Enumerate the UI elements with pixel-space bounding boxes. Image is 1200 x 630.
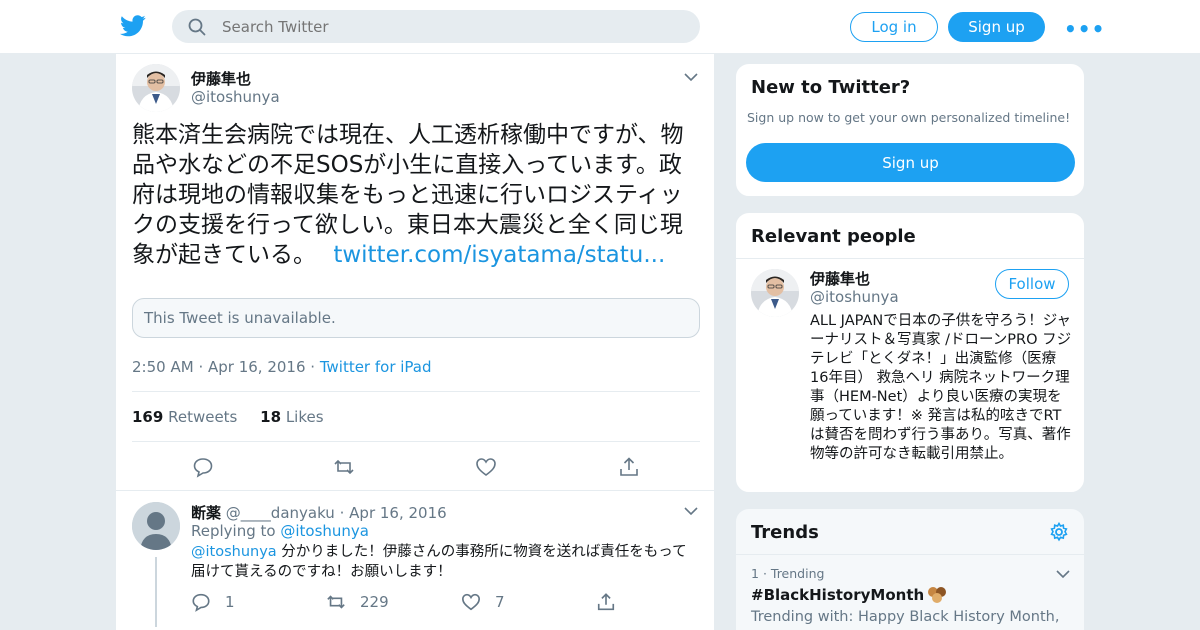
divider: [736, 554, 1084, 555]
divider: [132, 391, 700, 392]
quoted-tweet-unavailable: This Tweet is unavailable.: [132, 298, 700, 338]
tweet-source[interactable]: Twitter for iPad: [320, 358, 432, 376]
share-icon[interactable]: [618, 456, 640, 478]
chevron-down-icon[interactable]: [684, 72, 698, 82]
tweet-date[interactable]: Apr 16, 2016: [208, 358, 306, 376]
person-bio: ALL JAPANで日本の子供を守ろう！ジャーナリスト＆写真家 /ドローンPRO…: [810, 313, 1072, 462]
retweets-stat[interactable]: 169 Retweets: [132, 408, 237, 426]
trend-meta: 1 · Trending: [751, 566, 824, 581]
divider: [132, 441, 700, 442]
reply-author-name[interactable]: 断薬: [191, 504, 221, 522]
share-icon: [597, 593, 615, 611]
meta-dot: ·: [198, 358, 208, 376]
reply-mention[interactable]: @itoshunya: [191, 544, 277, 560]
search-icon: [188, 18, 206, 36]
avatar[interactable]: [751, 269, 799, 317]
reply-text: @itoshunya 分かりました！伊藤さんの事務所に物資を送れば責任をもって届…: [191, 542, 701, 582]
tweet-time[interactable]: 2:50 AM: [132, 358, 194, 376]
profile-photo-icon: [751, 269, 799, 317]
trend-hashtag: #BlackHistoryMonth: [751, 586, 925, 604]
follow-button[interactable]: Follow: [995, 269, 1069, 299]
relevant-people-title: Relevant people: [751, 226, 916, 247]
like-count: 7: [495, 593, 505, 611]
profile-photo-icon: [132, 64, 180, 112]
meta-dot: ·: [339, 504, 350, 522]
trends-title: Trends: [751, 522, 819, 543]
signup-card-subtitle: Sign up now to get your own personalized…: [747, 110, 1071, 125]
signup-button[interactable]: Sign up: [948, 12, 1045, 42]
sidebar-signup-button[interactable]: Sign up: [746, 143, 1075, 182]
avatar[interactable]: [132, 64, 180, 112]
likes-stat[interactable]: 18 Likes: [260, 408, 323, 426]
gear-icon[interactable]: [1049, 522, 1069, 542]
avatar[interactable]: [132, 502, 180, 550]
retweet-icon: [327, 595, 345, 609]
meta-dot: ·: [310, 358, 320, 376]
signup-card: New to Twitter? Sign up now to get your …: [735, 63, 1085, 197]
reply-count: 1: [225, 593, 235, 611]
reply-author-handle[interactable]: @____danyaku: [226, 504, 335, 522]
reply-date[interactable]: Apr 16, 2016: [349, 504, 447, 522]
replying-to-label: Replying to: [191, 522, 276, 540]
tweet-stats: 169 Retweets 18 Likes: [132, 408, 324, 426]
tweet-link[interactable]: twitter.com/isyatama/statu...: [333, 242, 665, 268]
signup-card-title: New to Twitter?: [751, 77, 911, 98]
replying-to-handle[interactable]: @itoshunya: [280, 522, 369, 540]
reply-like-button[interactable]: 7: [461, 592, 505, 612]
reply-icon: [192, 593, 210, 612]
reply-share-button[interactable]: [596, 592, 630, 612]
author-handle[interactable]: @itoshunya: [191, 88, 280, 106]
like-icon: [461, 593, 481, 611]
raised-fists-emoji-icon: [928, 587, 947, 603]
relevant-people-card: Relevant people 伊藤隼也 @itoshunya Follow A…: [735, 212, 1085, 493]
reply-retweet-button[interactable]: 229: [326, 592, 389, 612]
trend-rank: 1: [751, 566, 759, 581]
chevron-down-icon[interactable]: [684, 506, 698, 516]
tweet-timestamp: 2:50 AM · Apr 16, 2016 · Twitter for iPa…: [132, 358, 432, 376]
reply-reply-button[interactable]: 1: [191, 592, 235, 612]
retweet-count: 229: [360, 593, 389, 611]
login-button[interactable]: Log in: [850, 12, 938, 42]
search-input[interactable]: [222, 10, 682, 43]
more-options-icon[interactable]: •••: [1064, 17, 1104, 41]
meta-dot: ·: [762, 566, 771, 581]
trend-item[interactable]: #BlackHistoryMonth: [751, 586, 948, 604]
tweet-text: 熊本済生会病院では現在、人工透析稼働中ですが、物品や水などの不足SOSが小生に直…: [132, 120, 702, 270]
default-avatar-icon: [132, 502, 180, 550]
divider: [736, 258, 1084, 259]
reply-header: 断薬 @____danyaku · Apr 16, 2016: [191, 502, 447, 523]
author-name[interactable]: 伊藤隼也: [191, 68, 251, 89]
chevron-down-icon[interactable]: [1056, 569, 1070, 579]
trends-card: Trends 1 · Trending #BlackHistoryMonth T…: [735, 508, 1085, 630]
reply-icon[interactable]: [192, 456, 214, 478]
replying-to: Replying to @itoshunya: [191, 522, 369, 540]
tweet-detail-panel: 伊藤隼也 @itoshunya 熊本済生会病院では現在、人工透析稼働中ですが、物…: [115, 54, 715, 630]
person-name[interactable]: 伊藤隼也: [810, 268, 870, 289]
trend-category: Trending: [770, 566, 825, 581]
retweet-icon[interactable]: [333, 456, 355, 478]
person-handle[interactable]: @itoshunya: [810, 288, 899, 306]
trend-with: Trending with: Happy Black History Month…: [751, 609, 1060, 625]
top-nav: Log in Sign up •••: [0, 0, 1200, 54]
twitter-bird-icon[interactable]: [120, 14, 146, 38]
like-icon[interactable]: [475, 456, 497, 478]
thread-line: [155, 557, 157, 627]
divider: [116, 490, 714, 491]
search-box[interactable]: [172, 10, 700, 43]
